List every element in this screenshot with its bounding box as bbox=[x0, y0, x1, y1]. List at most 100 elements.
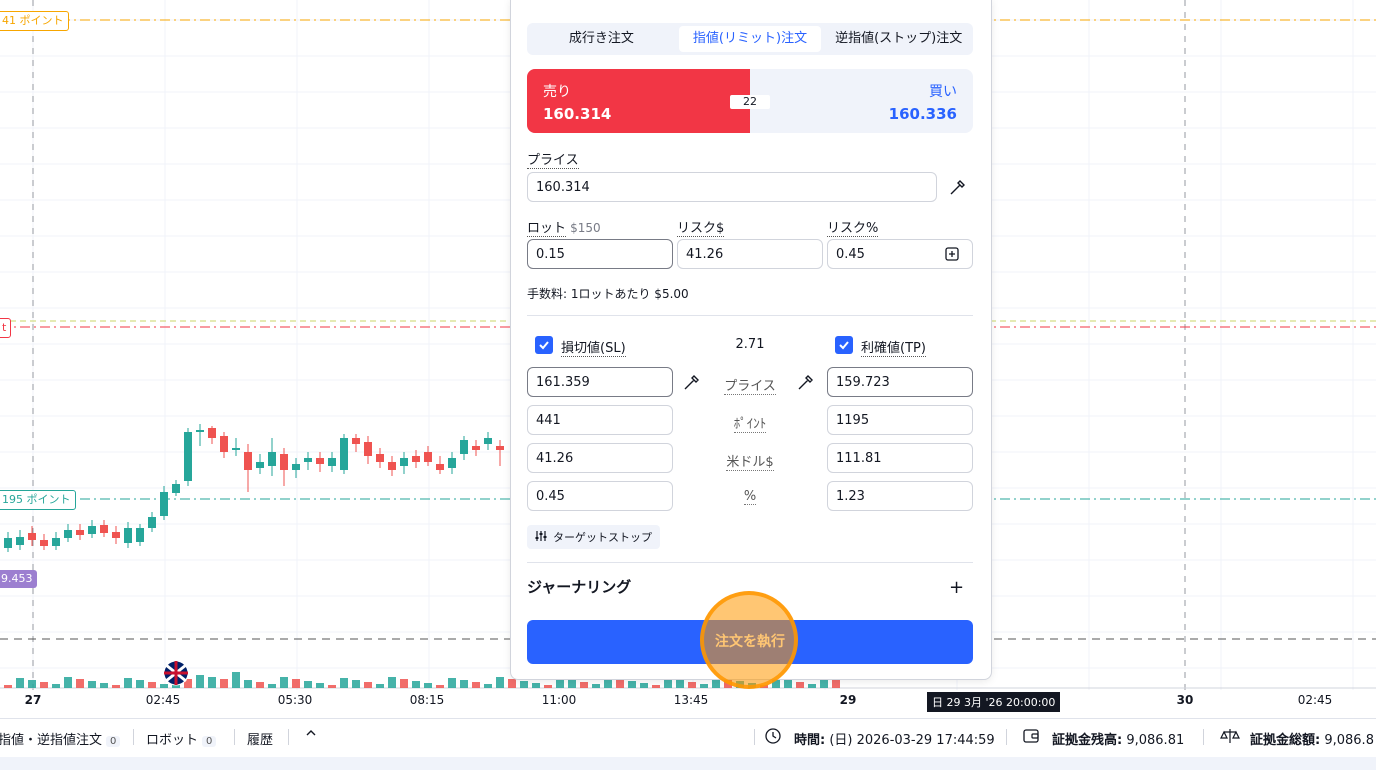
risk-reward-value: 2.71 bbox=[735, 337, 765, 352]
volume-bar bbox=[400, 679, 408, 688]
mid-label-points: ﾎﾟｲﾝﾄ bbox=[733, 417, 767, 433]
sl-points-input[interactable]: 441 bbox=[527, 405, 673, 435]
sl-checkbox[interactable] bbox=[535, 336, 553, 354]
tp-usd-input[interactable]: 111.81 bbox=[827, 443, 973, 473]
balance: 証拠金残高: 9,086.81 bbox=[1052, 733, 1185, 748]
volume-bar bbox=[436, 685, 444, 688]
volume-bar bbox=[688, 682, 696, 688]
divider bbox=[288, 729, 289, 745]
volume-bar bbox=[652, 685, 660, 688]
candle-body bbox=[220, 436, 228, 452]
volume-bar bbox=[484, 684, 492, 688]
volume-bar bbox=[124, 678, 132, 688]
time-axis-tick: 30 bbox=[1176, 693, 1194, 707]
tab-limit[interactable]: 指値(リミット)注文 bbox=[678, 26, 822, 52]
tp-price-input[interactable]: 159.723 bbox=[827, 367, 973, 397]
sl-points-label[interactable]: 195 ポイント bbox=[0, 490, 76, 510]
divider bbox=[1203, 729, 1204, 745]
tp-points-label[interactable]: 41 ポイント bbox=[0, 11, 69, 31]
sliders-icon bbox=[535, 530, 547, 545]
candle-body bbox=[376, 454, 384, 462]
sl-price-input[interactable]: 161.359 bbox=[527, 367, 673, 397]
candle-body bbox=[160, 492, 168, 516]
time-axis-tick: 27 bbox=[24, 693, 42, 707]
volume-bar bbox=[196, 675, 204, 688]
candle-body bbox=[268, 452, 276, 466]
time-axis-tick: 29 bbox=[839, 693, 857, 707]
candle-body bbox=[352, 438, 360, 444]
candle-body bbox=[472, 446, 480, 450]
tp-points-input[interactable]: 1195 bbox=[827, 405, 973, 435]
sl-pct-input[interactable]: 0.45 bbox=[527, 481, 673, 511]
buy-label: 買い bbox=[929, 84, 957, 100]
tp-pct-input[interactable]: 1.23 bbox=[827, 481, 973, 511]
volume-bar bbox=[412, 681, 420, 688]
volume-bar bbox=[520, 681, 528, 688]
price-input[interactable]: 160.314 bbox=[527, 172, 937, 202]
volume-bar bbox=[592, 684, 600, 688]
volume-bar bbox=[88, 681, 96, 688]
candle-body bbox=[16, 537, 24, 545]
volume-bar bbox=[496, 677, 504, 688]
sl-eyedropper-icon[interactable] bbox=[681, 371, 703, 393]
entry-line-label[interactable]: t bbox=[0, 318, 12, 338]
trailing-stop-button[interactable]: ターゲットストップ bbox=[527, 525, 660, 549]
lot-input[interactable]: 0.15 bbox=[527, 239, 673, 269]
volume-bar bbox=[292, 679, 300, 688]
footer-strip bbox=[0, 757, 1376, 770]
volume-bar bbox=[472, 682, 480, 688]
volume-bar bbox=[640, 683, 648, 688]
volume-bar bbox=[676, 680, 684, 688]
candle-body bbox=[340, 438, 348, 470]
candle-body bbox=[496, 446, 504, 450]
divider bbox=[527, 562, 973, 563]
sell-label: 売り bbox=[543, 84, 571, 100]
order-panel: 成行き注文 指値(リミット)注文 逆指値(ストップ)注文 売り 160.314 … bbox=[510, 0, 992, 680]
volume-bar bbox=[424, 683, 432, 688]
tab-market[interactable]: 成行き注文 bbox=[530, 26, 673, 52]
candle-body bbox=[448, 458, 456, 468]
candle-body bbox=[436, 464, 444, 470]
mid-label-usd: 米ドル$ bbox=[726, 455, 774, 471]
sl-usd-input[interactable]: 41.26 bbox=[527, 443, 673, 473]
candle-body bbox=[316, 458, 324, 464]
candle-body bbox=[124, 528, 132, 543]
fee-text: 手数料: 1ロットあたり $5.00 bbox=[527, 287, 689, 301]
volume-bar bbox=[700, 684, 708, 688]
volume-bar bbox=[340, 678, 348, 688]
candle-body bbox=[28, 533, 36, 540]
volume-bar bbox=[784, 680, 792, 688]
expand-journal-icon[interactable]: + bbox=[949, 577, 964, 598]
tp-checkbox[interactable] bbox=[835, 336, 853, 354]
candle-body bbox=[4, 538, 12, 548]
time-axis-tick: 02:45 bbox=[145, 693, 181, 707]
tab-stop[interactable]: 逆指値(ストップ)注文 bbox=[827, 26, 970, 52]
server-time: 時間: (日) 2026-03-29 17:44:59 bbox=[794, 733, 995, 748]
volume-bar bbox=[388, 677, 396, 688]
cursor-time-label: 日 29 3月 '26 20:00:00 bbox=[927, 692, 1061, 712]
volume-bar bbox=[364, 682, 372, 688]
volume-bar bbox=[64, 677, 72, 688]
equity: 証拠金総額: 9,086.8 bbox=[1250, 733, 1374, 748]
volume-bar bbox=[796, 682, 804, 688]
divider bbox=[1006, 729, 1007, 745]
tab-robot[interactable]: ロボット 0 bbox=[146, 729, 217, 748]
buy-button[interactable]: 買い 160.336 bbox=[750, 69, 973, 133]
chevron-up-icon[interactable] bbox=[305, 727, 317, 743]
tab-history[interactable]: 履歴 bbox=[247, 729, 273, 748]
tab-pending-orders[interactable]: 指値・逆指値注文 0 bbox=[0, 729, 121, 748]
lot-label: ロット $150 bbox=[527, 221, 601, 237]
scale-icon bbox=[1220, 727, 1240, 749]
tp-eyedropper-icon[interactable] bbox=[795, 371, 817, 393]
plus-box-icon[interactable] bbox=[941, 243, 963, 265]
eyedropper-icon[interactable] bbox=[947, 176, 969, 198]
sell-button[interactable]: 売り 160.314 bbox=[527, 69, 750, 133]
risk-usd-input[interactable]: 41.26 bbox=[677, 239, 823, 269]
candle-body bbox=[400, 458, 408, 466]
candle-body bbox=[184, 432, 192, 481]
mid-label-price: プライス bbox=[724, 379, 776, 395]
trailing-stop-label: ターゲットストップ bbox=[553, 531, 652, 544]
price-label: プライス bbox=[527, 153, 579, 169]
tp-label: 利確値(TP) bbox=[861, 341, 926, 357]
volume-bar bbox=[580, 682, 588, 688]
